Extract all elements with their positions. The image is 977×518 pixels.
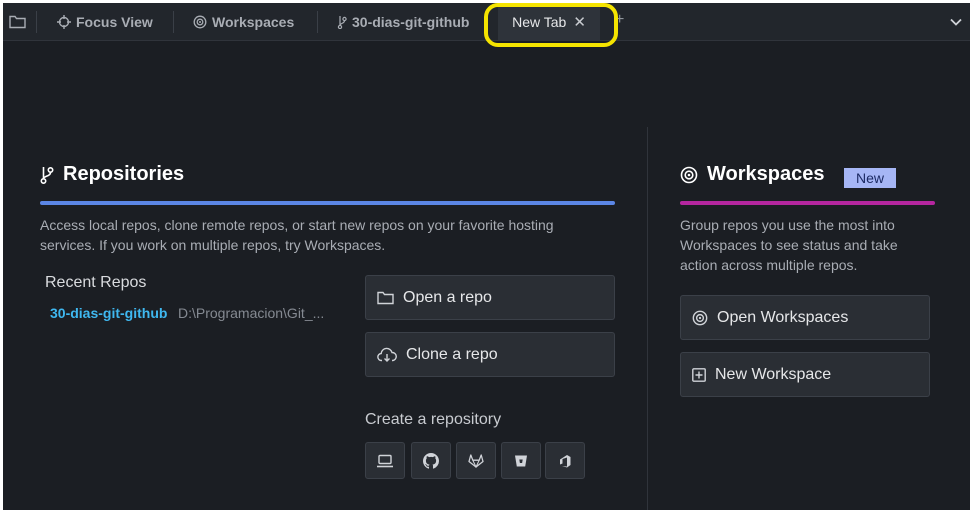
button-label: Open Workspaces — [717, 308, 849, 326]
recent-repos-title: Recent Repos — [45, 274, 147, 291]
create-gitlab-repo-button[interactable] — [456, 442, 496, 479]
workspaces-icon — [692, 310, 708, 325]
workspaces-accent-bar — [680, 201, 935, 205]
tab-repo[interactable]: 30-dias-git-github — [337, 3, 469, 40]
button-label: Open a repo — [403, 288, 492, 306]
repositories-accent-bar — [40, 201, 615, 205]
cloud-download-icon — [377, 347, 397, 362]
create-bitbucket-repo-button[interactable] — [501, 442, 541, 479]
section-title-text: Workspaces — [707, 163, 825, 185]
branch-icon — [40, 166, 54, 184]
description-line: services. If you work on multiple repos,… — [40, 237, 386, 253]
target-icon — [57, 14, 71, 29]
tab-label: 30-dias-git-github — [352, 13, 470, 30]
create-github-repo-button[interactable] — [411, 442, 451, 479]
open-workspaces-button[interactable]: Open Workspaces — [680, 295, 930, 340]
description-line: Workspaces to see status and take — [680, 237, 898, 253]
tab-separator — [36, 11, 37, 33]
button-label: Clone a repo — [406, 345, 498, 363]
workspaces-description: Group repos you use the most into Worksp… — [680, 215, 940, 275]
azure-devops-icon — [560, 454, 571, 467]
create-local-repo-button[interactable] — [365, 442, 405, 479]
new-workspace-button[interactable]: New Workspace — [680, 352, 930, 397]
laptop-icon — [377, 454, 393, 467]
recent-repo-path: D:\Programacion\Git_... — [178, 305, 325, 321]
tab-label: Focus View — [76, 13, 153, 30]
tab-workspaces[interactable]: Workspaces — [193, 3, 294, 40]
app-window: Focus View Workspaces 30-dias-git-github… — [3, 3, 970, 510]
github-icon — [423, 452, 439, 469]
description-line: action across multiple repos. — [680, 257, 858, 273]
gitlab-icon — [468, 454, 484, 468]
section-divider — [647, 127, 648, 510]
chevron-down-icon[interactable] — [949, 15, 963, 29]
repositories-title: Repositories — [40, 163, 184, 186]
tab-focus-view[interactable]: Focus View — [57, 3, 153, 40]
workspaces-title: Workspaces — [680, 163, 824, 186]
workspaces-icon — [193, 15, 207, 28]
recent-repo-link[interactable]: 30-dias-git-github — [50, 305, 167, 321]
section-title-text: Repositories — [63, 163, 185, 185]
folder-icon[interactable] — [9, 14, 26, 29]
description-line: Group repos you use the most into — [680, 217, 895, 233]
highlight-annotation — [484, 3, 618, 47]
description-line: Access local repos, clone remote repos, … — [40, 217, 554, 233]
folder-icon — [377, 291, 394, 305]
repositories-description: Access local repos, clone remote repos, … — [40, 215, 620, 255]
new-badge: New — [844, 168, 896, 188]
branch-icon — [337, 15, 347, 29]
workspaces-icon — [680, 166, 698, 183]
button-label: New Workspace — [715, 365, 832, 383]
clone-repo-button[interactable]: Clone a repo — [365, 332, 615, 377]
bitbucket-icon — [515, 455, 527, 466]
tab-separator — [173, 11, 174, 33]
tab-label: Workspaces — [212, 13, 295, 30]
create-azure-devops-repo-button[interactable] — [545, 442, 585, 479]
tab-separator — [317, 11, 318, 33]
open-repo-button[interactable]: Open a repo — [365, 275, 615, 320]
plus-square-icon — [692, 367, 706, 382]
create-repository-title: Create a repository — [365, 411, 502, 428]
